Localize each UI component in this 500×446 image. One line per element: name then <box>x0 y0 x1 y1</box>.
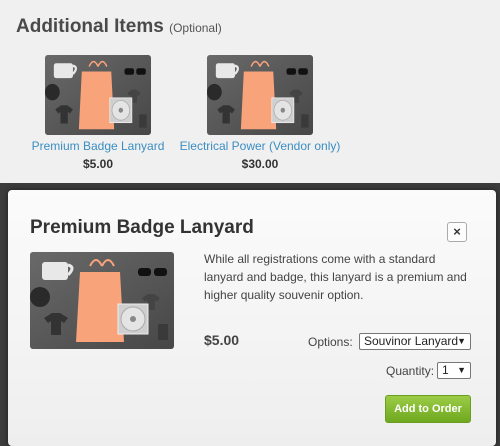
item-image <box>45 55 151 135</box>
quantity-select[interactable]: 1 ▼ <box>437 362 471 379</box>
item-price: $30.00 <box>241 157 279 171</box>
modal-title: Premium Badge Lanyard <box>30 217 254 238</box>
quantity-selected-value: 1 <box>442 363 449 377</box>
item-name-link[interactable]: Premium Badge Lanyard <box>13 139 183 153</box>
options-select[interactable]: Souvinor Lanyard ▼ <box>359 333 471 350</box>
section-title-text: Additional Items <box>16 16 164 37</box>
options-selected-value: Souvinor Lanyard <box>364 334 459 348</box>
item-thumbnail[interactable] <box>45 55 151 135</box>
modal-description: While all registrations come with a stan… <box>204 252 467 302</box>
section-title: Additional Items (Optional) <box>16 16 222 38</box>
item-detail-modal: Premium Badge Lanyard × While all regist… <box>8 190 496 446</box>
item-thumbnail[interactable] <box>207 55 313 135</box>
modal-image-art <box>30 252 174 349</box>
dropdown-arrow-icon: ▼ <box>457 336 466 346</box>
optional-label: (Optional) <box>169 21 222 35</box>
close-icon[interactable]: × <box>447 222 467 242</box>
quantity-label: Quantity: <box>386 364 435 378</box>
add-to-order-button[interactable]: Add to Order <box>385 395 471 423</box>
item-electrical-power[interactable]: Electrical Power (Vendor only) $30.00 <box>175 55 345 171</box>
item-premium-badge-lanyard[interactable]: Premium Badge Lanyard $5.00 <box>13 55 183 171</box>
options-label: Options: <box>308 335 353 349</box>
dropdown-arrow-icon: ▼ <box>457 365 466 375</box>
modal-item-image <box>30 252 174 349</box>
modal-price: $5.00 <box>204 332 240 348</box>
item-name-link[interactable]: Electrical Power (Vendor only) <box>175 139 345 153</box>
item-price: $5.00 <box>82 157 114 171</box>
item-image <box>207 55 313 135</box>
